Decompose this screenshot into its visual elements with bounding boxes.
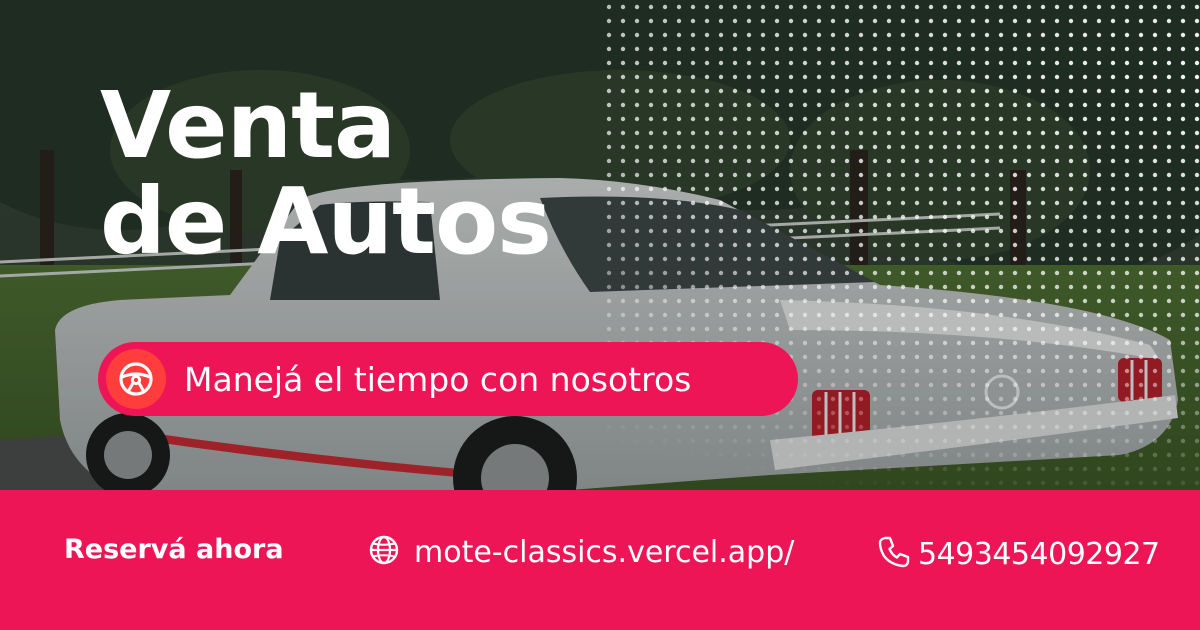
phone-icon (876, 534, 912, 575)
promo-banner: Venta de Autos Manejá el tiempo con noso… (0, 0, 1200, 630)
reserve-cta[interactable]: Reservá ahora (64, 534, 284, 565)
globe-icon (368, 534, 400, 571)
tagline-pill: Manejá el tiempo con nosotros (98, 342, 798, 416)
headline-line-1: Venta (100, 72, 396, 179)
tagline-text: Manejá el tiempo con nosotros (184, 359, 692, 399)
footer-bar: Reservá ahora mote-classics.vercel.app/ … (0, 490, 1200, 630)
headline: Venta de Autos (100, 72, 552, 275)
phone-number: 5493454092927 (918, 537, 1160, 572)
website-url: mote-classics.vercel.app/ (414, 535, 795, 570)
steering-wheel-icon (106, 349, 166, 409)
headline-line-2: de Autos (100, 168, 552, 275)
phone-link[interactable]: 5493454092927 (876, 534, 1160, 575)
website-link[interactable]: mote-classics.vercel.app/ (368, 534, 794, 571)
